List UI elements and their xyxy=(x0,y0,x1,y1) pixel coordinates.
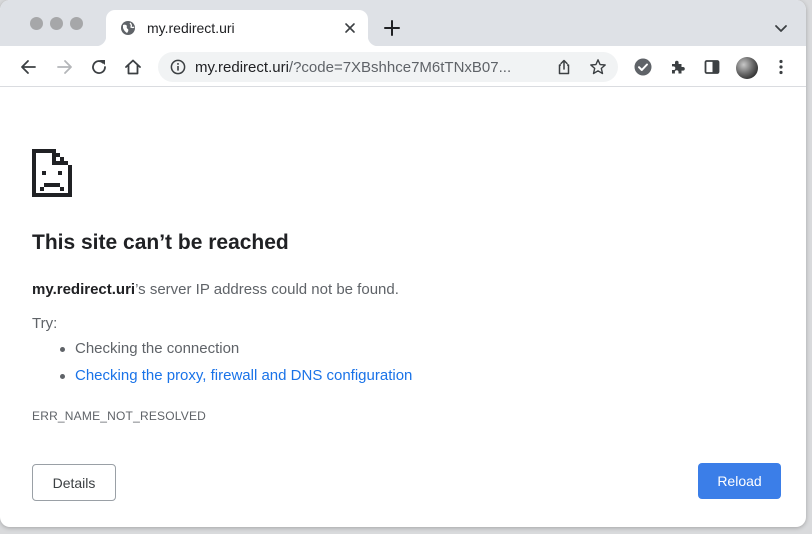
more-menu-icon[interactable] xyxy=(771,57,791,77)
browser-toolbar: my.redirect.uri/?code=7XBshhce7M6tTNxB07… xyxy=(0,46,806,87)
details-button[interactable]: Details xyxy=(32,464,116,501)
suggestion-check-connection: Checking the connection xyxy=(58,337,412,364)
share-icon[interactable] xyxy=(555,58,573,76)
reload-icon[interactable] xyxy=(89,57,109,77)
active-tab[interactable]: my.redirect.uri xyxy=(96,10,378,46)
error-description: my.redirect.uri’s server IP address coul… xyxy=(32,281,399,298)
new-tab-plus-icon[interactable] xyxy=(383,19,401,37)
suggestion-check-proxy-link[interactable]: Checking the proxy, firewall and DNS con… xyxy=(58,364,412,391)
forward-arrow-icon[interactable] xyxy=(54,57,74,77)
url-path: /?code=7XBshhce7M6tTNxB07... xyxy=(288,59,512,76)
tab-title: my.redirect.uri xyxy=(147,20,235,36)
zoom-window-button[interactable] xyxy=(70,17,83,30)
address-bar[interactable]: my.redirect.uri/?code=7XBshhce7M6tTNxB07… xyxy=(158,52,618,82)
back-arrow-icon[interactable] xyxy=(19,57,39,77)
url-host: my.redirect.uri xyxy=(195,59,289,76)
side-panel-icon[interactable] xyxy=(702,57,722,77)
chevron-down-icon[interactable] xyxy=(773,20,789,36)
home-icon[interactable] xyxy=(123,57,143,77)
star-icon[interactable] xyxy=(589,58,607,76)
try-label: Try: xyxy=(32,315,58,332)
puzzle-extensions-icon[interactable] xyxy=(668,57,688,77)
minimize-window-button[interactable] xyxy=(50,17,63,30)
browser-window: my.redirect.uri my.redirect.uri/?code=7X… xyxy=(0,0,806,527)
error-host: my.redirect.uri xyxy=(32,281,136,298)
error-page: This site can’t be reached my.redirect.u… xyxy=(0,87,806,527)
url-text: my.redirect.uri/?code=7XBshhce7M6tTNxB07… xyxy=(195,59,511,76)
suggestions-list: Checking the connection Checking the pro… xyxy=(58,337,412,391)
tab-strip: my.redirect.uri xyxy=(0,0,806,46)
error-heading: This site can’t be reached xyxy=(32,231,289,254)
reload-button[interactable]: Reload xyxy=(698,463,781,499)
sad-file-icon xyxy=(32,149,72,197)
profile-avatar[interactable] xyxy=(736,57,758,79)
error-description-text: ’s server IP address could not be found. xyxy=(135,281,399,298)
info-icon[interactable] xyxy=(170,59,186,75)
close-icon[interactable] xyxy=(342,20,358,36)
error-code: ERR_NAME_NOT_RESOLVED xyxy=(32,409,207,423)
checkmark-extension-icon[interactable] xyxy=(633,57,653,77)
close-window-button[interactable] xyxy=(30,17,43,30)
globe-icon xyxy=(121,21,135,35)
